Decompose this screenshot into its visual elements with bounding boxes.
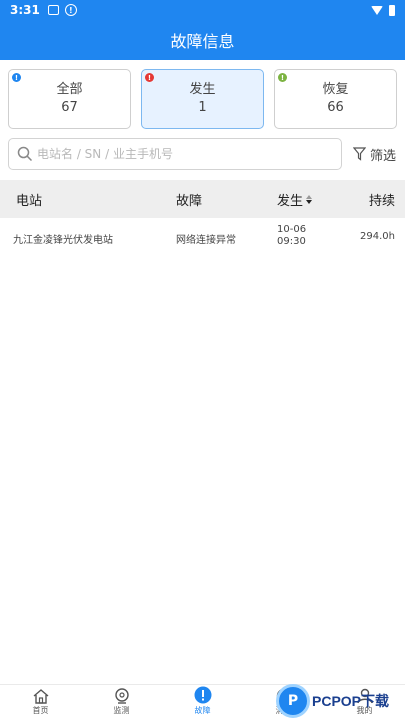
tab-label: 故障 [194, 706, 211, 715]
status-time: 3:31 [10, 3, 40, 17]
card-label: 全部 [56, 82, 83, 97]
search-box [8, 138, 342, 170]
tab-fault[interactable]: 故障 [162, 685, 243, 720]
status-bar: 3:31 ! [0, 0, 405, 20]
header-occurred-label: 发生 [277, 193, 304, 209]
card-count: 67 [61, 100, 78, 115]
monitor-icon [114, 688, 129, 704]
header-fault: 故障 [176, 193, 203, 209]
alert-icon [194, 686, 211, 704]
card-label: 发生 [189, 82, 216, 97]
wifi-icon [371, 5, 383, 15]
filter-label: 筛选 [370, 148, 397, 164]
search-input[interactable] [37, 147, 327, 161]
header-station: 电站 [16, 193, 43, 209]
header-duration: 持续 [368, 193, 395, 209]
row-date: 10-06 [277, 224, 307, 235]
tab-monitor[interactable]: 监测 [81, 685, 162, 720]
home-icon [33, 689, 48, 704]
tab-home[interactable]: 首页 [0, 685, 81, 720]
watermark: P PCPOP下载 [276, 681, 405, 720]
card-all[interactable]: ! 全部 67 [8, 69, 131, 129]
success-dot-icon: ! [278, 73, 287, 82]
filter-button[interactable]: 筛选 [353, 145, 396, 164]
watermark-text: PCPOP下载 [312, 692, 390, 709]
card-count: 1 [198, 100, 207, 115]
filter-icon [353, 147, 366, 161]
page-title: 故障信息 [170, 32, 235, 51]
watermark-logo: P [276, 683, 310, 718]
image-notification-icon [47, 5, 59, 15]
search-row: 筛选 [8, 138, 397, 170]
row-duration: 294.0h [360, 231, 395, 242]
summary-cards: ! 全部 67 ! 发生 1 ! 恢复 66 [8, 69, 397, 129]
card-count: 66 [327, 100, 344, 115]
alert-notification-icon: ! [64, 4, 77, 16]
header-occurred-sort[interactable]: 发生 [277, 190, 313, 209]
search-icon [17, 146, 33, 162]
table-header: 电站 故障 发生 持续 [0, 180, 405, 218]
table-row[interactable]: 九江金凌锋光伏发电站 网络连接异常 10-06 09:30 294.0h [0, 218, 405, 256]
card-recovered[interactable]: ! 恢复 66 [274, 69, 397, 129]
battery-icon [389, 4, 395, 16]
card-occurred[interactable]: ! 发生 1 [141, 69, 264, 129]
error-dot-icon: ! [145, 73, 154, 82]
title-bar: 故障信息 [0, 20, 405, 60]
row-station: 九江金凌锋光伏发电站 [13, 235, 113, 246]
tab-label: 监测 [113, 706, 130, 715]
row-fault: 网络连接异常 [176, 235, 236, 246]
info-dot-icon: ! [12, 73, 21, 82]
sort-icon [306, 194, 313, 204]
tab-label: 首页 [32, 706, 49, 715]
row-time: 09:30 [277, 236, 306, 247]
card-label: 恢复 [322, 82, 349, 97]
row-occurred: 10-06 09:30 [277, 224, 306, 248]
